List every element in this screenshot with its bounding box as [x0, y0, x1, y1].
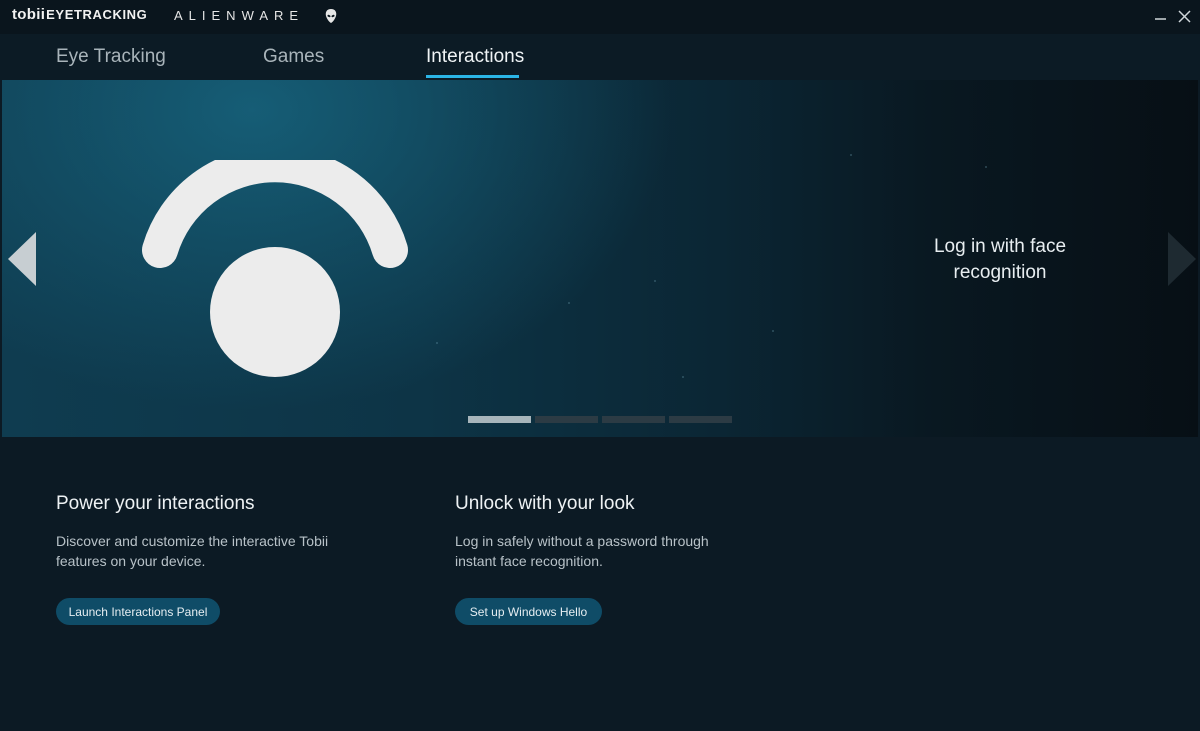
brand-suffix: EYETRACKING: [46, 7, 148, 22]
tab-eye-tracking[interactable]: Eye Tracking: [56, 46, 166, 68]
card-windows-hello: Unlock with your look Log in safely with…: [455, 493, 717, 571]
arrow-right-icon[interactable]: [1166, 232, 1196, 288]
minimize-icon[interactable]: [1150, 6, 1172, 28]
tobii-logo: tobiiEYETRACKING: [12, 6, 147, 23]
pager-segment-3[interactable]: [602, 416, 665, 423]
card-interactions: Power your interactions Discover and cus…: [56, 493, 331, 571]
face-recognition-icon: [142, 160, 408, 377]
title-bar: tobiiEYETRACKING ALIENWARE: [0, 0, 1200, 34]
set-up-windows-hello-button[interactable]: Set up Windows Hello: [455, 598, 602, 625]
pager-segment-1[interactable]: [468, 416, 531, 423]
pager-segment-2[interactable]: [535, 416, 598, 423]
brand-prefix: tobii: [12, 6, 46, 23]
tab-bar: Eye Tracking Games Interactions: [0, 34, 1200, 80]
tab-interactions[interactable]: Interactions: [426, 46, 524, 68]
card-title: Unlock with your look: [455, 493, 635, 514]
alien-head-icon: [325, 9, 337, 23]
content-area: Power your interactions Discover and cus…: [0, 437, 1200, 731]
launch-interactions-panel-button[interactable]: Launch Interactions Panel: [56, 598, 220, 625]
arrow-left-icon[interactable]: [8, 232, 38, 288]
active-tab-indicator: [426, 75, 519, 78]
card-description: Log in safely without a password through…: [455, 533, 709, 569]
card-description: Discover and customize the interactive T…: [56, 533, 329, 569]
close-icon[interactable]: [1174, 6, 1196, 28]
pager-segment-4[interactable]: [669, 416, 732, 423]
hero-carousel: Log in with face recognition: [2, 80, 1198, 437]
tab-games[interactable]: Games: [263, 46, 324, 68]
card-title: Power your interactions: [56, 493, 255, 514]
hero-caption: Log in with face recognition: [933, 236, 1067, 283]
partner-logo: ALIENWARE: [174, 8, 305, 23]
